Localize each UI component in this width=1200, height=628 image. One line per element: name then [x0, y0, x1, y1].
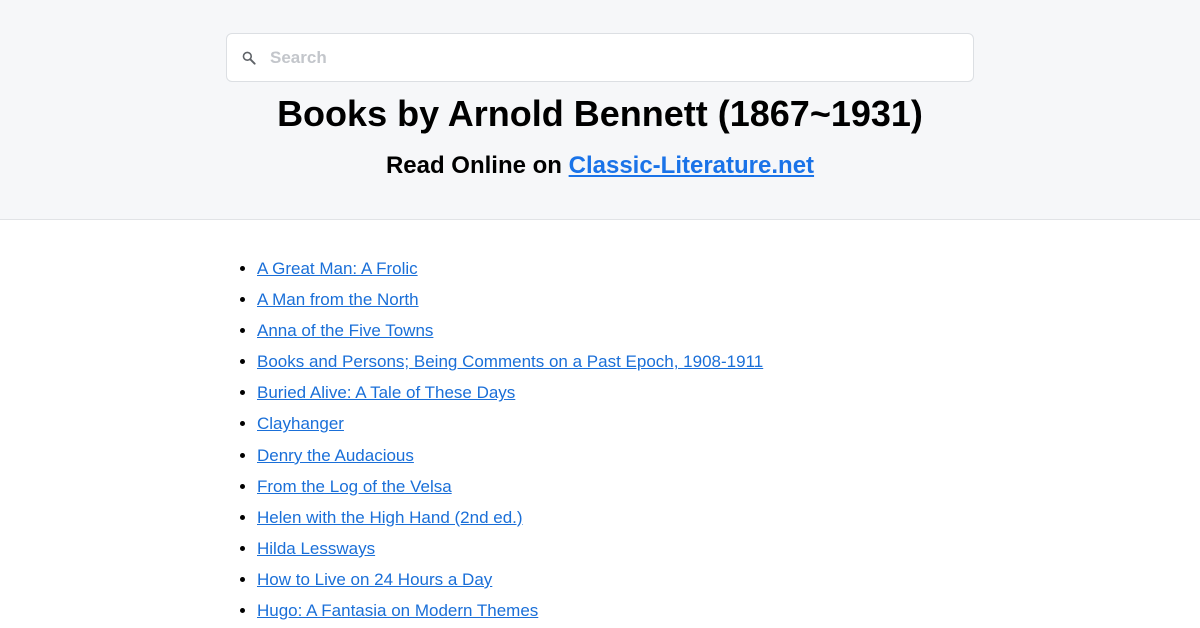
list-item: Helen with the High Hand (2nd ed.): [257, 502, 763, 533]
subtitle: Read Online on Classic-Literature.net: [0, 150, 1200, 182]
book-link[interactable]: Denry the Audacious: [257, 446, 414, 465]
book-link[interactable]: Anna of the Five Towns: [257, 321, 433, 340]
book-link[interactable]: A Man from the North: [257, 290, 419, 309]
list-item: A Great Man: A Frolic: [257, 253, 763, 284]
book-link[interactable]: Helen with the High Hand (2nd ed.): [257, 508, 523, 527]
list-item: A Man from the North: [257, 284, 763, 315]
list-item: From the Log of the Velsa: [257, 471, 763, 502]
book-link[interactable]: Buried Alive: A Tale of These Days: [257, 383, 515, 402]
list-item: Hugo: A Fantasia on Modern Themes: [257, 595, 763, 626]
book-link[interactable]: Clayhanger: [257, 414, 344, 433]
search-icon: [241, 50, 257, 66]
book-link[interactable]: Hilda Lessways: [257, 539, 375, 558]
site-link[interactable]: Classic-Literature.net: [569, 152, 814, 179]
list-item: Hilda Lessways: [257, 533, 763, 564]
book-link[interactable]: Hugo: A Fantasia on Modern Themes: [257, 601, 538, 620]
search-box[interactable]: [226, 33, 974, 82]
list-item: Buried Alive: A Tale of These Days: [257, 377, 763, 408]
list-item: Denry the Audacious: [257, 440, 763, 471]
book-link[interactable]: From the Log of the Velsa: [257, 477, 452, 496]
list-item: Clayhanger: [257, 408, 763, 439]
list-item: How to Live on 24 Hours a Day: [257, 564, 763, 595]
header: Books by Arnold Bennett (1867~1931) Read…: [0, 0, 1200, 220]
page-title: Books by Arnold Bennett (1867~1931): [277, 93, 923, 134]
list-item: Anna of the Five Towns: [257, 315, 763, 346]
book-list: A Great Man: A Frolic A Man from the Nort…: [257, 253, 763, 626]
book-link[interactable]: Books and Persons; Being Comments on a P…: [257, 352, 763, 371]
search-input[interactable]: [270, 34, 960, 81]
book-link[interactable]: How to Live on 24 Hours a Day: [257, 570, 492, 589]
subtitle-prefix: Read Online on: [385, 152, 569, 179]
book-link[interactable]: A Great Man: A Frolic: [257, 259, 418, 278]
list-item: Books and Persons; Being Comments on a P…: [257, 346, 763, 377]
